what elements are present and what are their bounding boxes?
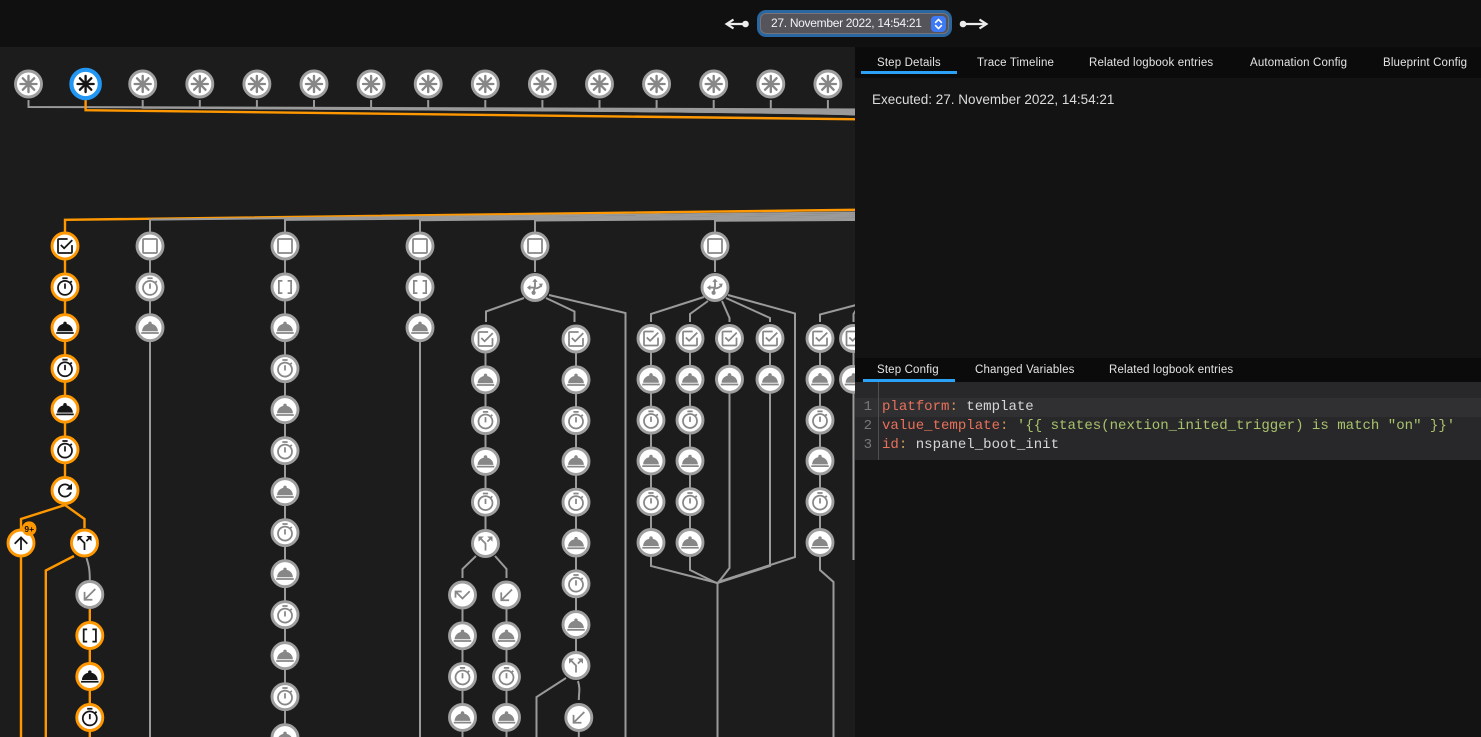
svg-text:9+: 9+ <box>24 524 34 534</box>
